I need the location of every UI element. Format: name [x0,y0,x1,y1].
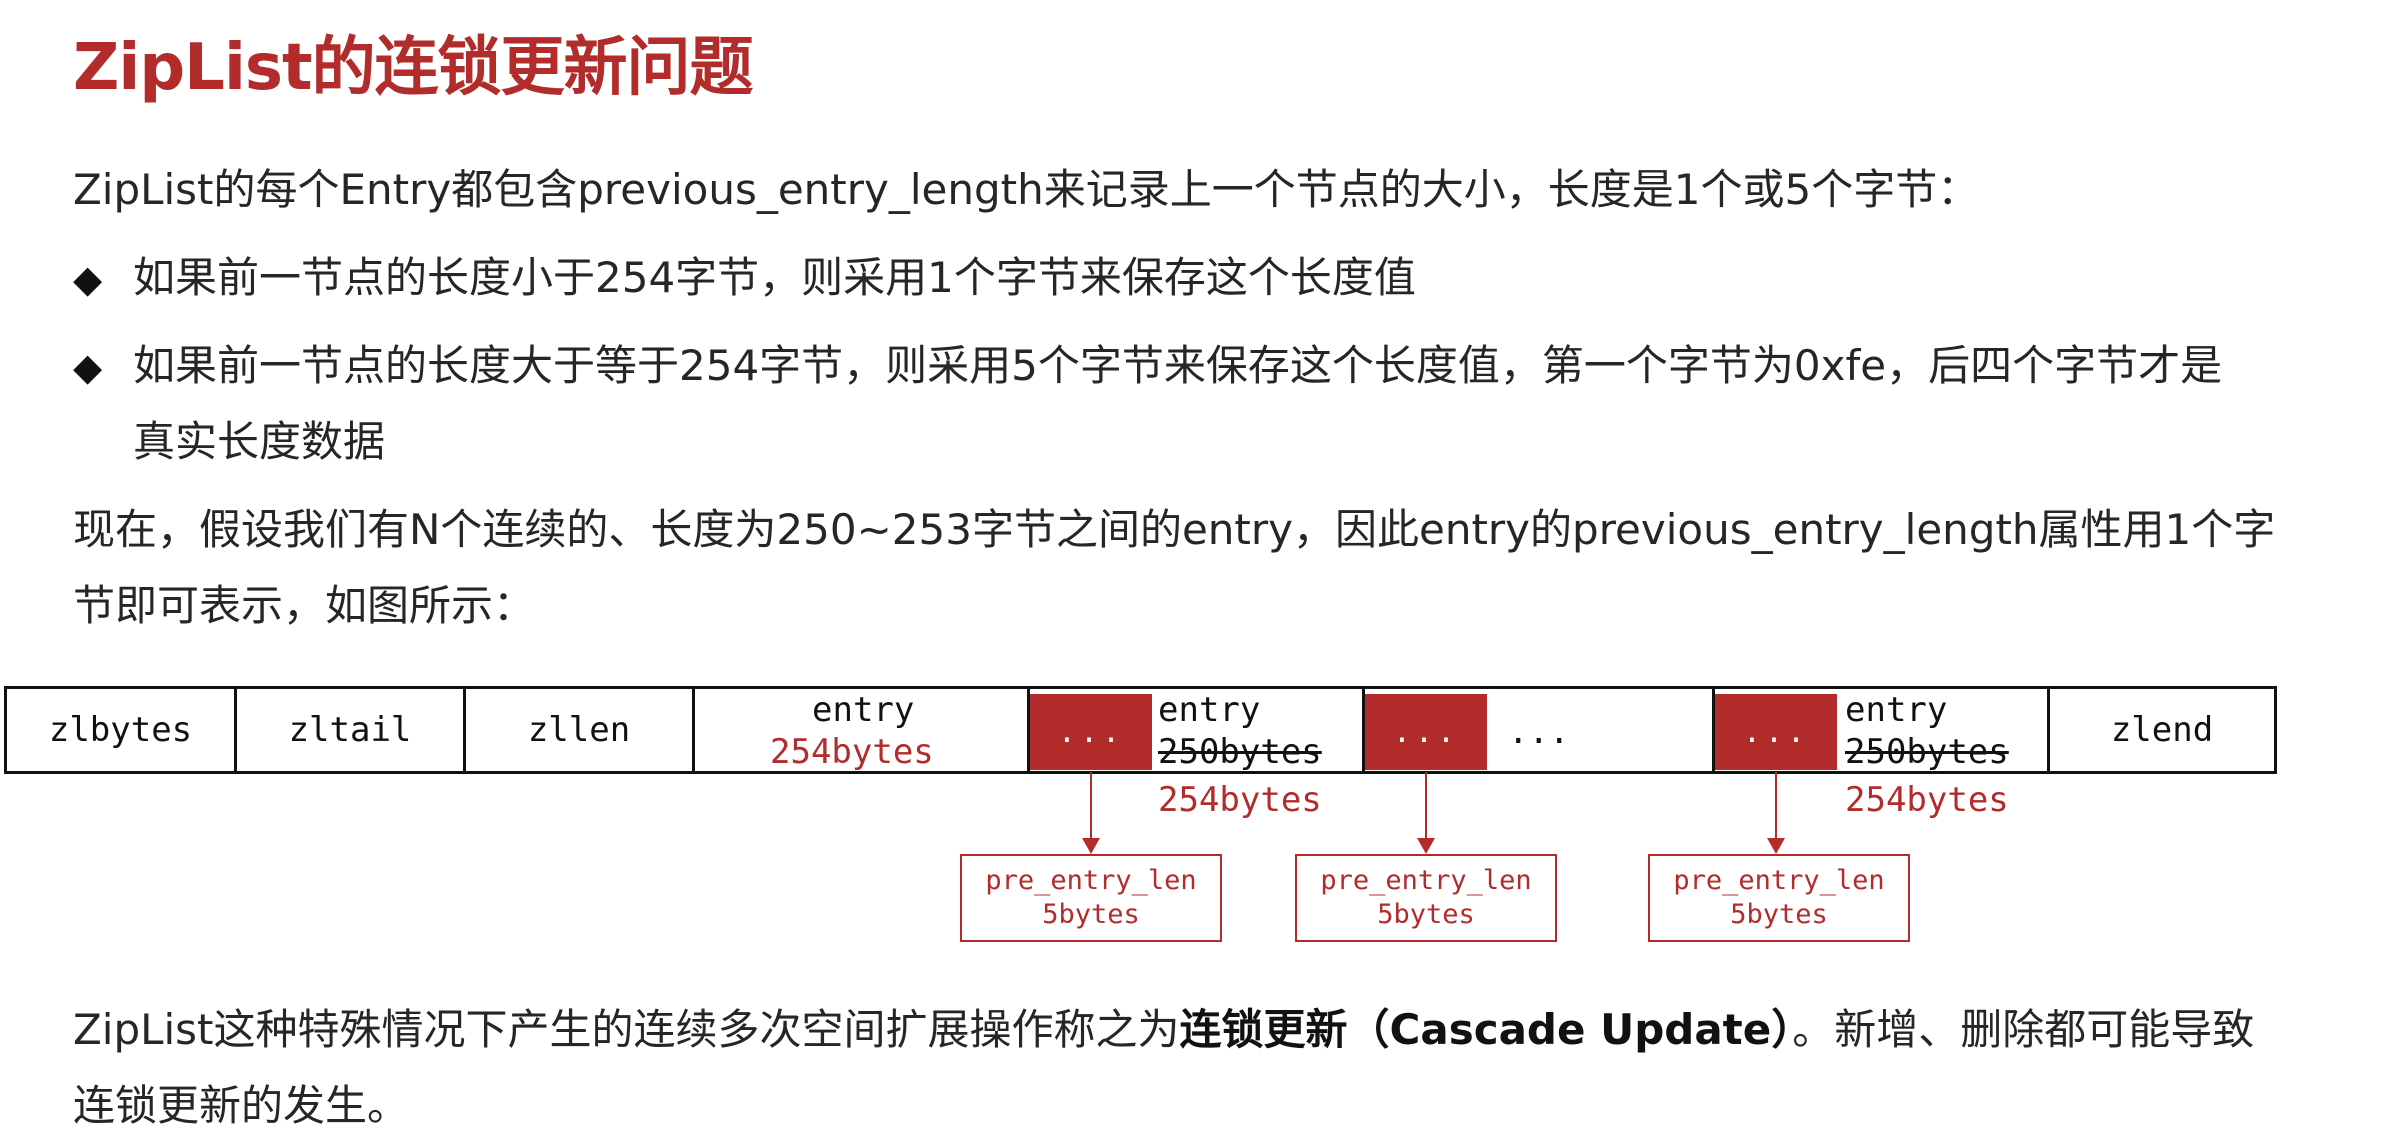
pre-entry-len-box-1: pre_entry_len 5bytes [960,854,1222,942]
page-title: ZipList的连锁更新问题 [73,31,754,105]
arrow-line-1 [1090,772,1092,840]
ellipsis-label: ... [1508,712,1570,752]
bullet-item-2: ◆ 如果前一节点的长度大于等于254字节，则采用5个字节来保存这个长度值，第一个字… [73,328,2222,405]
conclusion-bold-term: 连锁更新（Cascade Update） [1179,1005,1793,1054]
entry-old-size-3: 250bytes [1845,732,2009,772]
first-entry-size: 254bytes [770,732,934,772]
pre-entry-len-label: pre_entry_len [1320,865,1532,896]
entry-label-1: entry [1158,690,1261,730]
zllen-cell: zllen [463,686,692,774]
pre-entry-len-box-2: pre_entry_len 5bytes [1295,854,1557,942]
pre-entry-len-label: pre_entry_len [1673,865,1885,896]
first-entry-label: entry [812,690,915,730]
prev-len-block-2: ... [1365,694,1487,770]
pre-entry-len-box-3: pre_entry_len 5bytes [1648,854,1910,942]
conclusion-prefix: ZipList这种特殊情况下产生的连续多次空间扩展操作称之为 [73,1005,1180,1054]
arrow-head-1 [1082,838,1100,854]
prev-len-block-1: ... [1030,694,1152,770]
ziplist-diagram: zlbytes zltail zllen entry 254bytes ... … [0,686,2408,966]
pre-entry-len-size: 5bytes [1730,899,1828,930]
conclusion-suffix: 。新增、删除都可能导致 [1792,1005,2255,1054]
arrow-line-2 [1425,772,1427,840]
entry-label-3: entry [1845,690,1948,730]
arrow-head-3 [1767,838,1785,854]
pre-entry-len-label: pre_entry_len [985,865,1197,896]
prev-len-block-3: ... [1715,694,1837,770]
arrow-line-3 [1775,772,1777,840]
diamond-bullet-icon: ◆ [73,345,103,389]
intro-text: ZipList的每个Entry都包含previous_entry_length来… [73,165,1980,214]
conclusion-line-2: 连锁更新的发生。 [73,1081,410,1130]
bullet-continuation: 真实长度数据 [133,417,386,466]
entry-new-size-1: 254bytes [1158,780,1322,820]
pre-entry-len-size: 5bytes [1377,899,1475,930]
entry-new-size-3: 254bytes [1845,780,2009,820]
diamond-bullet-icon: ◆ [73,257,103,301]
arrow-head-2 [1417,838,1435,854]
zlend-cell: zlend [2047,686,2277,774]
bullet-text: 如果前一节点的长度大于等于254字节，则采用5个字节来保存这个长度值，第一个字节… [133,341,2223,390]
zlbytes-cell: zlbytes [4,686,234,774]
bullet-text: 如果前一节点的长度小于254字节，则采用1个字节来保存这个长度值 [133,253,1416,302]
conclusion-line-1: ZipList这种特殊情况下产生的连续多次空间扩展操作称之为连锁更新（Casca… [73,992,2254,1068]
entry-old-size-1: 250bytes [1158,732,1322,772]
bullet-item-1: ◆ 如果前一节点的长度小于254字节，则采用1个字节来保存这个长度值 [73,240,1416,317]
zltail-cell: zltail [234,686,463,774]
assumption-line-1: 现在，假设我们有N个连续的、长度为250~253字节之间的entry，因此ent… [73,505,2276,554]
assumption-line-2: 节即可表示，如图所示： [73,581,536,630]
pre-entry-len-size: 5bytes [1042,899,1140,930]
